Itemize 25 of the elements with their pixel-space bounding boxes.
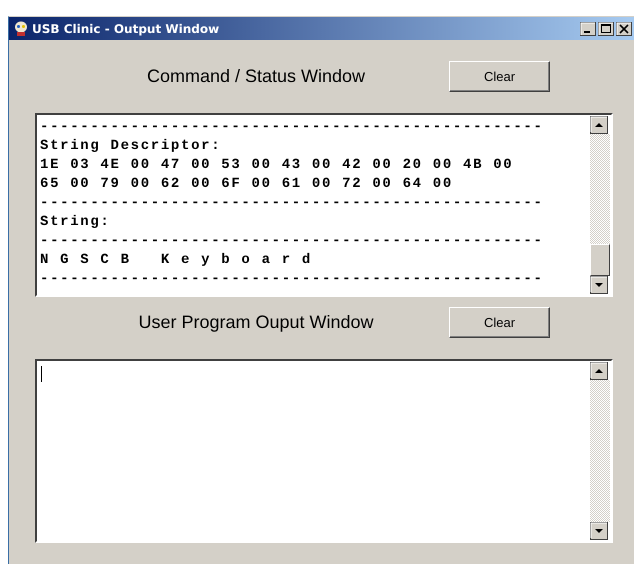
- output-field[interactable]: [35, 359, 613, 543]
- output-line: N G S C B K e y b o a r d: [40, 251, 312, 270]
- output-line: --------------------------------------------------: [40, 232, 544, 251]
- output-line: String:: [40, 213, 110, 232]
- text-caret: [41, 366, 42, 382]
- minimize-icon[interactable]: [580, 22, 596, 36]
- output-line: --------------------------------------------------: [40, 118, 544, 137]
- output-line: --------------------------------------------------: [40, 194, 544, 213]
- scroll-thumb[interactable]: [590, 244, 610, 276]
- window-title: USB Clinic - Output Window: [32, 22, 220, 36]
- output-line: String Descriptor:: [40, 137, 222, 156]
- app-icon: [13, 20, 29, 36]
- close-icon[interactable]: [616, 22, 632, 36]
- clear-button[interactable]: Clear: [449, 307, 550, 338]
- scroll-up-icon[interactable]: [590, 362, 608, 380]
- maximize-icon[interactable]: [598, 22, 614, 36]
- clear-button[interactable]: Clear: [449, 61, 550, 92]
- scroll-down-icon[interactable]: [590, 276, 608, 294]
- scroll-down-icon[interactable]: [590, 522, 608, 540]
- pane-title: User Program Ouput Window: [138, 312, 374, 333]
- scroll-up-icon[interactable]: [590, 116, 608, 134]
- output-line: --------------------------------------------------: [40, 270, 544, 289]
- output-line: 1E 03 4E 00 47 00 53 00 43 00 42 00 20 00 4B 00: [40, 156, 514, 175]
- output-line: 65 00 79 00 62 00 6F 00 61 00 72 00 64 00: [40, 175, 453, 194]
- pane-title: Command / Status Window: [146, 66, 366, 87]
